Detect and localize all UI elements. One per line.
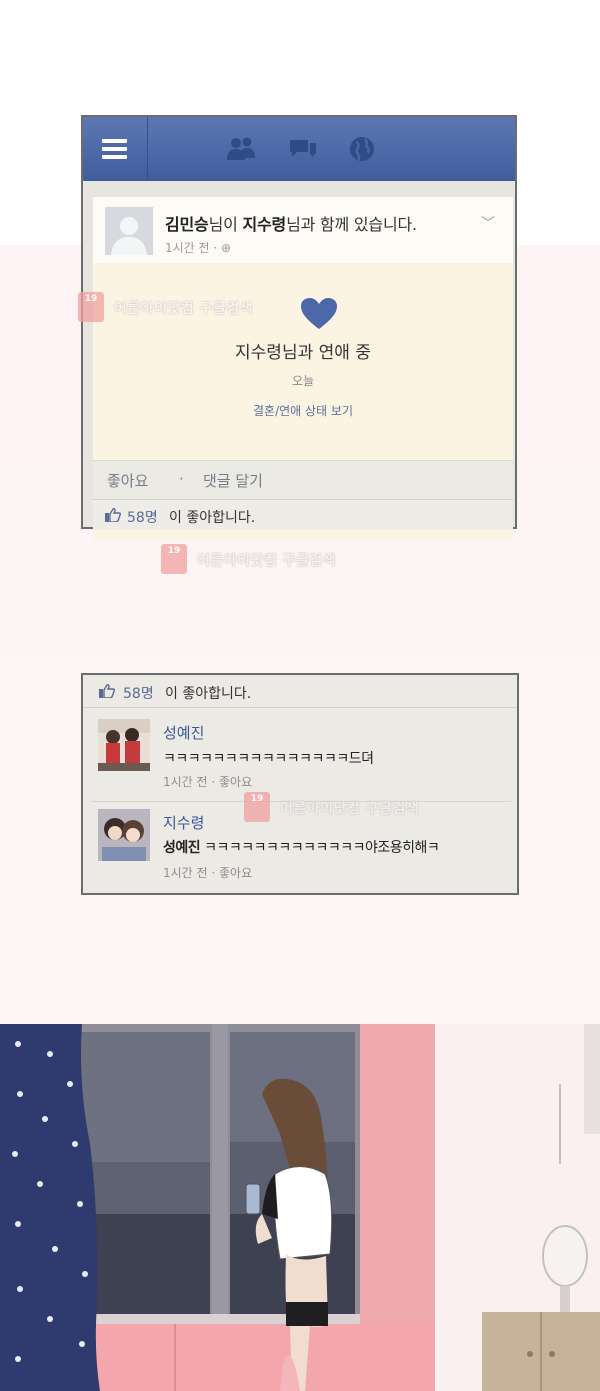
messages-icon[interactable] — [286, 134, 318, 164]
watermark-badge: 19 — [78, 292, 104, 322]
menu-icon — [102, 155, 127, 159]
like-summary[interactable]: 58명 이 좋아합니다. — [93, 499, 513, 530]
commenter-name[interactable]: 성예진 — [163, 722, 204, 743]
commenter-name[interactable]: 지수령 — [163, 812, 204, 833]
watermark-badge: 19 — [244, 792, 270, 822]
avatar[interactable] — [98, 809, 150, 861]
like-button[interactable]: 좋아요 — [107, 470, 148, 491]
avatar-photo — [98, 809, 150, 861]
tagged-name[interactable]: 지수령 — [243, 215, 287, 234]
watermark-badge-text: 19 — [167, 546, 181, 556]
watermark-badge: 19 — [161, 544, 187, 574]
watermark: 19 어른아이닷컴 구글검색 — [244, 792, 504, 822]
post-actions: 좋아요 · 댓글 달기 — [93, 460, 513, 499]
room-scene-illustration — [0, 1024, 600, 1391]
time-separator: · — [209, 241, 222, 255]
story-header: 김민승님이 지수령님과 함께 있습니다. 1시간 전 · ⊕ ﹀ — [93, 197, 513, 263]
comment-text: 성예진 ㅋㅋㅋㅋㅋㅋㅋㅋㅋㅋㅋㅋㅋ야조용히해ㅋ — [163, 837, 440, 857]
post-timestamp: 1시간 전 · ⊕ — [165, 239, 231, 256]
facebook-post-screen: 김민승님이 지수령님과 함께 있습니다. 1시간 전 · ⊕ ﹀ 지수령님과 연… — [81, 115, 517, 541]
relationship-date: 오늘 — [291, 374, 315, 388]
menu-button[interactable] — [83, 117, 148, 181]
thumbs-up-icon — [105, 508, 121, 522]
comments-screen: 58명 이 좋아합니다. 성예진 ㅋㅋㅋㅋㅋㅋㅋㅋㅋㅋㅋㅋㅋㅋㅋ드뎌 1시간 전… — [81, 673, 519, 895]
author-name[interactable]: 김민승 — [165, 215, 209, 234]
facebook-top-bar — [83, 117, 515, 181]
tagged-connector: 님과 함께 있습니다. — [286, 215, 417, 234]
watermark: 19 어른아이닷컴 구글검색 — [78, 292, 338, 322]
post-time[interactable]: 1시간 전 — [165, 241, 210, 255]
comment-mention[interactable]: 성예진 — [163, 840, 201, 856]
menu-icon — [102, 147, 127, 151]
like-count[interactable]: 58명 — [127, 507, 158, 527]
author-connector: 님이 — [208, 215, 243, 234]
thumbs-up-icon — [99, 684, 115, 698]
comment-body: ㅋㅋㅋㅋㅋㅋㅋㅋㅋㅋㅋㅋㅋ야조용히해ㅋ — [200, 840, 440, 856]
watermark-badge-text: 19 — [250, 794, 264, 804]
watermark-text: 어른아이닷컴 구글검색 — [114, 301, 254, 317]
relationship-title: 지수령님과 연애 중 — [235, 343, 371, 363]
default-avatar-icon — [105, 207, 153, 255]
like-count[interactable]: 58명 — [123, 683, 154, 703]
comment-meta[interactable]: 1시간 전 · 좋아요 — [163, 773, 252, 790]
friends-icon[interactable] — [225, 134, 257, 164]
comment-item: 성예진 ㅋㅋㅋㅋㅋㅋㅋㅋㅋㅋㅋㅋㅋㅋㅋ드뎌 1시간 전 · 좋아요 — [83, 709, 517, 799]
avatar-photo — [98, 719, 150, 771]
globe-small-icon: ⊕ — [221, 241, 232, 255]
watermark-badge-text: 19 — [84, 294, 98, 304]
menu-icon — [102, 139, 127, 143]
story-author-line: 김민승님이 지수령님과 함께 있습니다. — [165, 211, 417, 235]
comment-button[interactable]: 댓글 달기 — [203, 470, 263, 491]
watermark-text: 어른아이닷컴 구글검색 — [197, 553, 337, 569]
avatar[interactable] — [98, 719, 150, 771]
action-separator: · — [179, 470, 184, 488]
globe-icon[interactable] — [346, 134, 378, 164]
chevron-down-icon[interactable]: ﹀ — [481, 213, 495, 233]
like-suffix: 이 좋아합니다. — [165, 686, 252, 702]
comment-text: ㅋㅋㅋㅋㅋㅋㅋㅋㅋㅋㅋㅋㅋㅋㅋ드뎌 — [163, 751, 374, 767]
avatar[interactable] — [105, 207, 153, 255]
relationship-status-link[interactable]: 결혼/연애 상태 보기 — [93, 402, 513, 419]
comment-meta[interactable]: 1시간 전 · 좋아요 — [163, 864, 252, 881]
watermark: 19 어른아이닷컴 구글검색 — [161, 544, 421, 574]
watermark-text: 어른아이닷컴 구글검색 — [280, 801, 420, 817]
like-summary-2[interactable]: 58명 이 좋아합니다. — [83, 675, 517, 708]
comic-illustration-panel — [0, 1024, 600, 1391]
like-suffix: 이 좋아합니다. — [169, 510, 256, 526]
